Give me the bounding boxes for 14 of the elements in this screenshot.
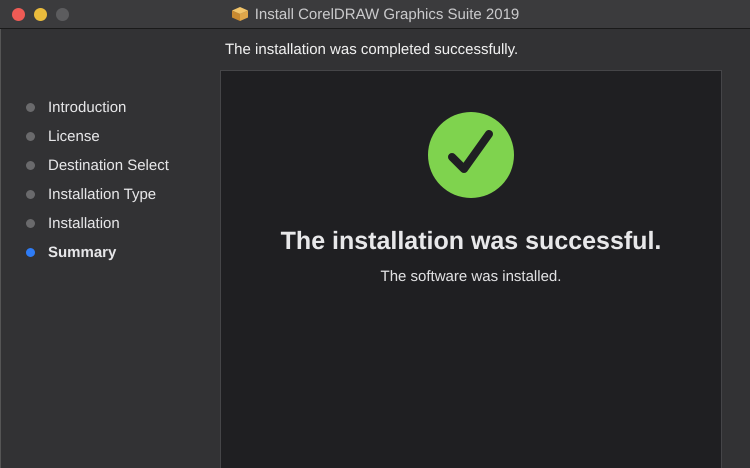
step-label: Summary	[48, 244, 116, 260]
step-label: Introduction	[48, 98, 126, 116]
close-button[interactable]	[12, 8, 25, 20]
success-title: The installation was successful.	[280, 227, 662, 256]
window-title: Install CorelDRAW Graphics Suite 2019	[254, 6, 520, 22]
step-label: Destination Select	[48, 156, 169, 174]
step-label: Installation Type	[48, 186, 156, 202]
status-heading: The installation was completed successfully.	[225, 41, 518, 58]
checkmark-icon	[427, 111, 515, 199]
step-label: License	[48, 128, 100, 144]
success-message: The software was installed.	[380, 268, 562, 285]
step-label: Installation	[48, 214, 120, 232]
minimize-button[interactable]	[34, 8, 47, 20]
package-icon	[230, 6, 249, 22]
